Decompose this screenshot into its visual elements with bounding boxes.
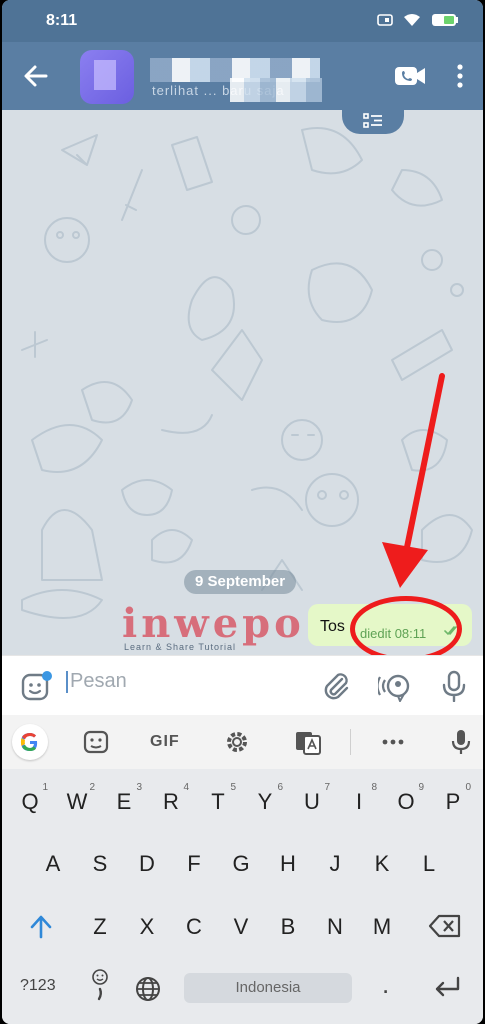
spacebar[interactable]: Indonesia [184,973,352,1003]
key-y[interactable]: Y6 [245,777,285,827]
key-k[interactable]: K [362,839,402,889]
key-c[interactable]: C [174,902,214,952]
key-q[interactable]: Q1 [10,777,50,827]
message-input-placeholder: Pesan [70,670,127,692]
mic-icon[interactable] [440,670,468,702]
keyboard-mic-icon[interactable] [450,727,472,757]
key-p[interactable]: P0 [433,777,473,827]
key-e[interactable]: E3 [104,777,144,827]
key-f[interactable]: F [174,839,214,889]
key-x[interactable]: X [127,902,167,952]
emoji-icon[interactable] [90,967,110,1003]
globe-icon[interactable] [134,975,162,1003]
key-j[interactable]: J [315,839,355,889]
key-r[interactable]: R4 [151,777,191,827]
pinned-message-icon [363,113,382,128]
toolbar-divider [350,729,351,755]
enter-icon[interactable] [432,975,462,999]
backspace-icon[interactable] [427,912,463,940]
emoji-card-icon[interactable] [82,727,110,757]
gear-icon[interactable] [224,727,250,757]
key-a[interactable]: A [33,839,73,889]
key-g[interactable]: G [221,839,261,889]
symbols-key[interactable]: ?123 [20,977,56,995]
video-call-icon[interactable] [393,64,427,88]
annotation-arrow [382,373,445,588]
avatar-blur [94,60,116,90]
sticker-icon[interactable] [20,670,52,702]
key-h[interactable]: H [268,839,308,889]
key-i[interactable]: I8 [339,777,379,827]
attach-icon[interactable] [320,670,352,702]
keyboard: Q1 W2 E3 R4 T5 Y6 U7 I8 O9 P0 A S D F G … [2,769,483,1024]
status-icons [377,13,459,27]
chat-header: terlihat ... baru saja [2,42,483,110]
watermark-tagline: Learn & Share Tutorial [124,642,237,652]
keyboard-toolbar: GIF [2,715,483,769]
battery-icon [432,14,458,26]
status-time: 8:11 [46,12,78,29]
screen-record-icon [377,14,393,26]
key-s[interactable]: S [80,839,120,889]
more-vert-icon[interactable] [453,62,467,90]
back-arrow-icon[interactable] [22,62,50,90]
watermark-logo: inwepo [122,600,305,647]
google-icon[interactable] [12,724,48,760]
shift-icon[interactable] [24,909,58,943]
key-o[interactable]: O9 [386,777,426,827]
key-n[interactable]: N [315,902,355,952]
translate-icon[interactable] [294,727,322,757]
key-b[interactable]: B [268,902,308,952]
date-separator: 9 September [184,570,297,594]
key-v[interactable]: V [221,902,261,952]
text-cursor [66,670,68,693]
message-text: Tos [320,618,345,635]
message-input[interactable]: Pesan [66,670,127,693]
period-key[interactable]: . [382,969,389,1000]
message-composer: Pesan [2,655,483,715]
phone-screen: 8:11 terlihat ... baru saja 9 September … [2,0,483,1024]
key-m[interactable]: M [362,902,402,952]
voice-translate-icon[interactable] [378,670,414,702]
more-horiz-icon[interactable] [380,727,406,757]
annotation-ellipse [350,596,462,662]
key-u[interactable]: U7 [292,777,332,827]
key-z[interactable]: Z [80,902,120,952]
key-w[interactable]: W2 [57,777,97,827]
subtitle-blur [230,78,322,102]
wifi-icon [404,14,420,26]
key-d[interactable]: D [127,839,167,889]
key-t[interactable]: T5 [198,777,238,827]
status-bar: 8:11 [2,0,483,42]
key-l[interactable]: L [409,839,449,889]
pinned-tab[interactable] [342,108,404,134]
gif-button[interactable]: GIF [150,727,180,757]
